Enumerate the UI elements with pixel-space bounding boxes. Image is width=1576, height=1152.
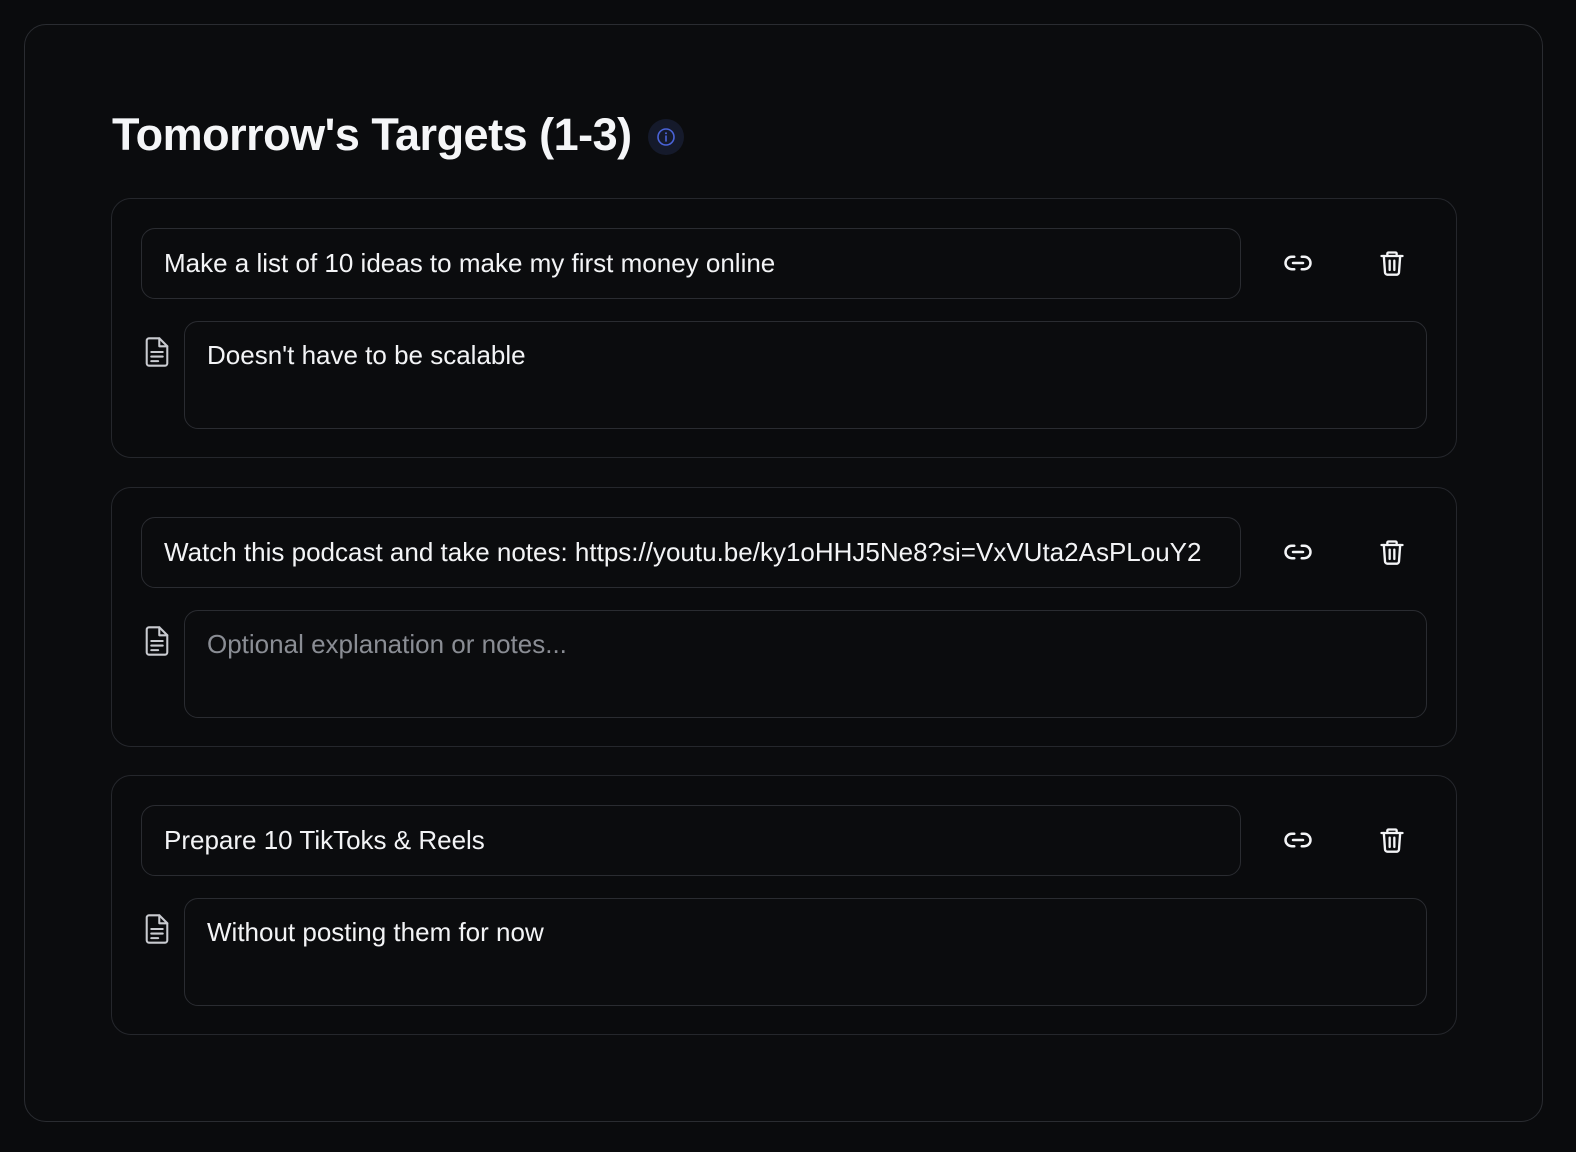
delete-target-button[interactable] [1368,529,1416,577]
link-icon [1283,537,1313,570]
link-icon [1283,248,1313,281]
document-icon [143,913,171,945]
trash-icon [1378,825,1406,858]
targets-panel: Tomorrow's Targets (1-3) Make a list of … [24,24,1543,1122]
notes-textarea[interactable] [184,610,1427,718]
title-row: Tomorrow's Targets (1-3) [112,107,684,163]
target-card-3: Without posting them for now [111,775,1457,1035]
notes-textarea[interactable]: Doesn't have to be scalable [184,321,1427,429]
notes-textarea[interactable]: Without posting them for now [184,898,1427,1006]
target-input[interactable] [141,228,1241,299]
info-icon[interactable] [647,119,684,155]
add-link-button[interactable] [1274,240,1322,288]
page-title: Tomorrow's Targets (1-3) [112,109,632,160]
delete-target-button[interactable] [1368,817,1416,865]
document-icon [143,336,171,368]
link-icon [1283,825,1313,858]
delete-target-button[interactable] [1368,240,1416,288]
target-card-1: Doesn't have to be scalable [111,198,1457,458]
document-icon [143,625,171,657]
add-link-button[interactable] [1274,817,1322,865]
trash-icon [1378,537,1406,570]
target-input[interactable] [141,517,1241,588]
target-card-2 [111,487,1457,747]
trash-icon [1378,248,1406,281]
target-input[interactable] [141,805,1241,876]
add-link-button[interactable] [1274,529,1322,577]
